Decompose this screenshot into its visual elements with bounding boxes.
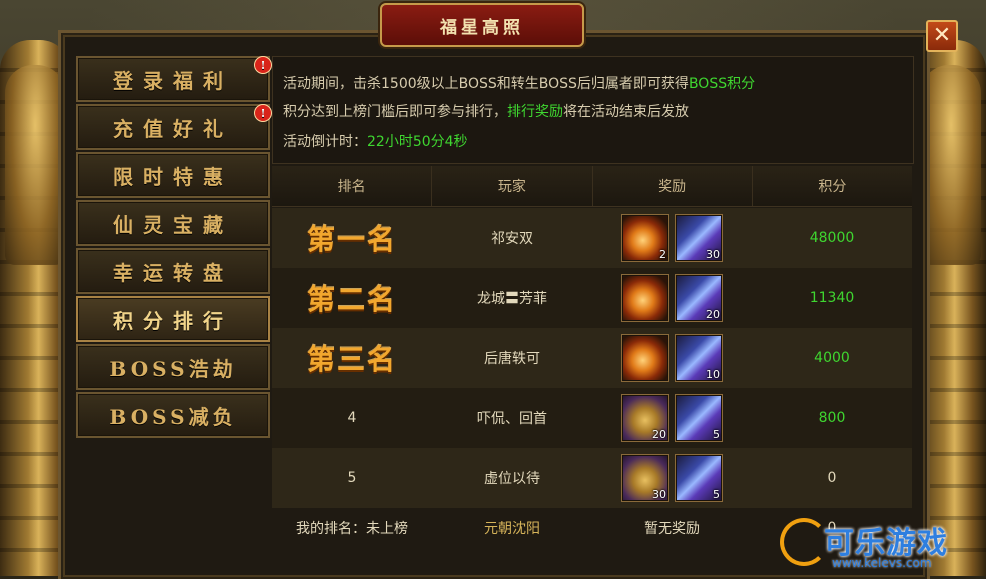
- rank-cell: 第一名: [272, 208, 432, 268]
- sidebar: 登录福利 ! 充值好礼 ! 限时特惠 仙灵宝藏 幸运转盘 积分排行 BOSS浩劫…: [76, 56, 272, 536]
- crystal-shard-item-icon[interactable]: 20: [675, 274, 723, 322]
- potion-item-icon[interactable]: [621, 274, 669, 322]
- close-icon: ✕: [932, 23, 952, 48]
- rank-value: 4: [347, 410, 357, 426]
- crystal-shard-item-icon[interactable]: 10: [675, 334, 723, 382]
- countdown-value: 22小时50分4秒: [367, 134, 468, 150]
- reward-cell: 10: [592, 328, 752, 388]
- score-value: 0: [827, 470, 837, 486]
- treasure-chest-item-icon[interactable]: 20: [621, 394, 669, 442]
- sidebar-item-label: 限时特惠: [113, 164, 233, 189]
- sidebar-item-label: 仙灵宝藏: [113, 212, 233, 237]
- reward-cell: 20 5: [592, 388, 752, 448]
- countdown-label: 活动倒计时：: [283, 134, 367, 150]
- alert-badge-icon: !: [254, 56, 272, 74]
- table-row: 4 吓侃、回首 20 5 800: [272, 388, 912, 448]
- table-row: 第三名 后唐轶可 10 4000: [272, 328, 912, 388]
- rank-value: 5: [347, 470, 357, 486]
- sidebar-item-label: 登录福利: [113, 68, 233, 93]
- player-name: 虚位以待: [484, 471, 540, 487]
- sidebar-item-lucky-wheel[interactable]: 幸运转盘: [76, 248, 270, 294]
- sidebar-item-points-ranking[interactable]: 积分排行: [76, 296, 270, 342]
- site-watermark-logo: 可乐游戏 www.kelevs.com: [780, 512, 986, 576]
- watermark-url: www.kelevs.com: [832, 556, 932, 570]
- header-reward: 奖励: [593, 166, 753, 206]
- potion-item-icon[interactable]: 2: [621, 214, 669, 262]
- score-value: 4000: [814, 350, 850, 366]
- sidebar-item-limited-offer[interactable]: 限时特惠: [76, 152, 270, 198]
- sidebar-item-label: BOSS浩劫: [109, 356, 237, 381]
- player-name: 吓侃、回首: [477, 411, 547, 427]
- header-player: 玩家: [432, 166, 593, 206]
- item-qty: 30: [652, 488, 666, 501]
- my-server: 元朝沈阳: [484, 521, 540, 537]
- rank-label: 第二名: [306, 283, 397, 316]
- rank-label: 第一名: [306, 223, 397, 256]
- item-qty: 20: [652, 428, 666, 441]
- info-line-1: 活动期间，击杀1500级以上BOSS和转生BOSS后归属者即可获得BOSS积分: [283, 73, 755, 93]
- info-text: 将在活动结束后发放: [563, 104, 689, 120]
- item-qty: 2: [659, 248, 666, 261]
- logo-swirl-icon: [780, 518, 828, 566]
- table-header: 排名 玩家 奖励 积分: [272, 166, 912, 207]
- score-value: 800: [818, 410, 846, 426]
- my-reward: 暂无奖励: [644, 521, 700, 537]
- ranking-reward-highlight: 排行奖励: [507, 104, 563, 120]
- countdown: 活动倒计时：22小时50分4秒: [283, 131, 468, 151]
- sidebar-item-boss-havoc[interactable]: BOSS浩劫: [76, 344, 270, 390]
- right-guardian-statue: [921, 65, 981, 265]
- my-rank: 我的排名：未上榜: [296, 521, 408, 537]
- item-qty: 20: [706, 308, 720, 321]
- crystal-shard-item-icon[interactable]: 30: [675, 214, 723, 262]
- sidebar-item-login-bonus[interactable]: 登录福利 !: [76, 56, 272, 102]
- item-qty: 30: [706, 248, 720, 261]
- item-qty: 5: [713, 428, 720, 441]
- table-row: 第二名 龙城〓芳菲 20 11340: [272, 268, 912, 328]
- potion-item-icon[interactable]: [621, 334, 669, 382]
- left-guardian-statue: [5, 65, 65, 265]
- info-text: 积分达到上榜门槛后即可参与排行，: [283, 104, 507, 120]
- player-name: 祁安双: [491, 231, 533, 247]
- rank-cell: 第二名: [272, 268, 432, 328]
- sidebar-item-label: 充值好礼: [113, 116, 233, 141]
- sidebar-item-recharge-gift[interactable]: 充值好礼 !: [76, 104, 272, 150]
- info-text: 活动期间，击杀1500级以上BOSS和转生BOSS后归属者即可获得: [283, 76, 689, 92]
- rank-label: 第三名: [306, 343, 397, 376]
- window-title: 福星高照: [440, 17, 524, 38]
- sidebar-item-boss-relief[interactable]: BOSS减负: [76, 392, 270, 438]
- rank-cell: 第三名: [272, 328, 432, 388]
- sidebar-item-label: 积分排行: [113, 308, 233, 333]
- score-value: 11340: [809, 290, 855, 306]
- player-name: 后唐轶可: [484, 351, 540, 367]
- boss-points-highlight: BOSS积分: [688, 76, 756, 92]
- reward-cell: 20: [592, 268, 752, 328]
- header-rank: 排名: [272, 166, 433, 206]
- item-qty: 5: [713, 488, 720, 501]
- sidebar-item-label: 幸运转盘: [113, 260, 233, 285]
- window-title-plate: 福星高照: [380, 3, 584, 47]
- header-score: 积分: [818, 179, 847, 195]
- sidebar-item-fairy-treasure[interactable]: 仙灵宝藏: [76, 200, 270, 246]
- event-info-panel: 活动期间，击杀1500级以上BOSS和转生BOSS后归属者即可获得BOSS积分 …: [272, 56, 914, 164]
- sidebar-item-label: BOSS减负: [109, 404, 237, 429]
- reward-cell: 30 5: [592, 448, 752, 508]
- reward-cell: 2 30: [592, 208, 752, 268]
- item-qty: 10: [706, 368, 720, 381]
- table-row: 第一名 祁安双 2 30 48000: [272, 208, 912, 268]
- treasure-chest-item-icon[interactable]: 30: [621, 454, 669, 502]
- alert-badge-icon: !: [254, 104, 272, 122]
- info-line-2: 积分达到上榜门槛后即可参与排行，排行奖励将在活动结束后发放: [283, 101, 689, 121]
- table-row: 5 虚位以待 30 5 0: [272, 448, 912, 508]
- crystal-shard-item-icon[interactable]: 5: [675, 394, 723, 442]
- player-name: 龙城〓芳菲: [477, 291, 547, 307]
- close-button[interactable]: ✕: [926, 20, 958, 52]
- ranking-table: 排名 玩家 奖励 积分 第一名 祁安双 2 30 48000 第二名 龙城〓芳菲…: [272, 166, 912, 544]
- score-value: 48000: [809, 230, 855, 246]
- crystal-shard-item-icon[interactable]: 5: [675, 454, 723, 502]
